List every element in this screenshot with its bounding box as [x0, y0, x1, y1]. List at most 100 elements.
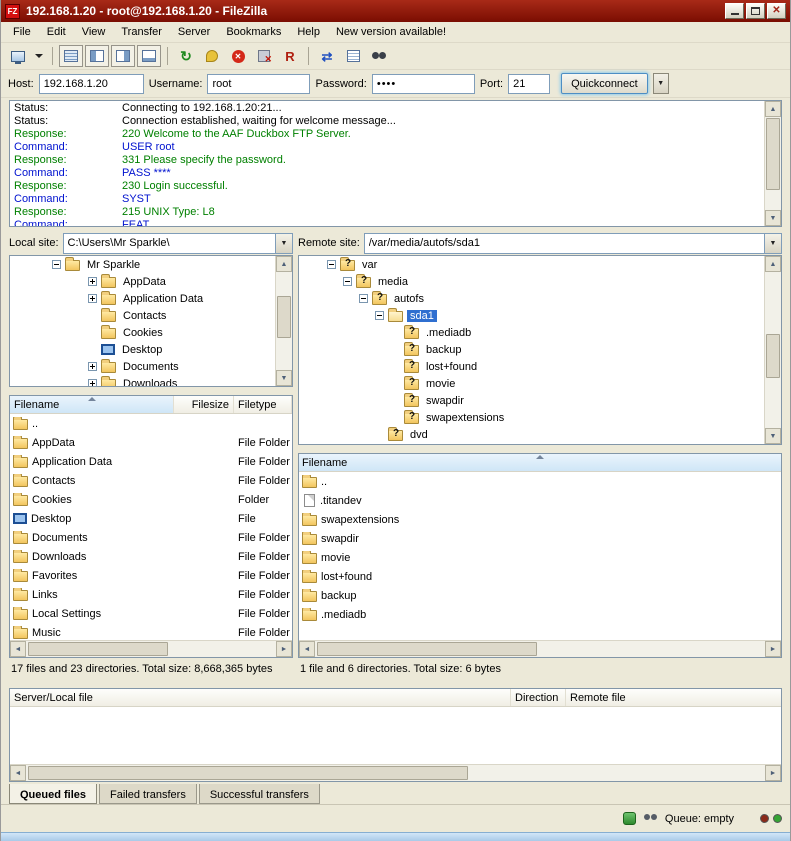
expand-expander-icon[interactable] — [88, 294, 97, 303]
collapse-expander-icon[interactable] — [359, 294, 368, 303]
file-row[interactable]: ContactsFile Folder — [10, 471, 292, 490]
tree-item[interactable]: Contacts — [10, 307, 274, 324]
tree-item[interactable]: backup — [299, 341, 763, 358]
column-header-filename[interactable]: Filename — [299, 454, 781, 471]
scrollbar-thumb[interactable] — [277, 296, 291, 338]
maximize-button[interactable] — [746, 3, 765, 19]
tab-successful-transfers[interactable]: Successful transfers — [199, 784, 320, 804]
disconnect-icon[interactable] — [252, 45, 276, 67]
scroll-down-icon[interactable]: ▼ — [276, 370, 292, 386]
local-site-combobox[interactable]: ▼ — [63, 233, 293, 254]
tree-item[interactable]: Application Data — [10, 290, 274, 307]
tree-item[interactable]: Documents — [10, 358, 274, 375]
toggle-remote-tree-icon[interactable] — [111, 45, 135, 67]
collapse-expander-icon[interactable] — [52, 260, 61, 269]
tree-item[interactable]: sda1 — [299, 307, 763, 324]
menu-bookmarks[interactable]: Bookmarks — [218, 23, 289, 41]
file-row[interactable]: AppDataFile Folder — [10, 433, 292, 452]
process-queue-icon[interactable] — [200, 45, 224, 67]
close-button[interactable]: ✕ — [767, 3, 786, 19]
file-row[interactable]: .. — [299, 472, 781, 491]
scroll-left-icon[interactable]: ◄ — [10, 765, 26, 781]
scrollbar-thumb[interactable] — [28, 766, 468, 780]
scrollbar-thumb[interactable] — [766, 118, 780, 190]
file-row[interactable]: .titandev — [299, 491, 781, 510]
local-tree-vertical-scrollbar[interactable]: ▲ ▼ — [275, 256, 292, 386]
scroll-up-icon[interactable]: ▲ — [276, 256, 292, 272]
file-row[interactable]: .mediadb — [299, 605, 781, 624]
tree-item[interactable]: swapdir — [299, 392, 763, 409]
tab-queued-files[interactable]: Queued files — [9, 784, 97, 804]
tab-failed-transfers[interactable]: Failed transfers — [99, 784, 197, 804]
tree-item[interactable]: Desktop — [10, 341, 274, 358]
scroll-left-icon[interactable]: ◄ — [299, 641, 315, 657]
file-row[interactable]: FavoritesFile Folder — [10, 566, 292, 585]
scroll-right-icon[interactable]: ► — [276, 641, 292, 657]
collapse-expander-icon[interactable] — [327, 260, 336, 269]
file-row[interactable]: swapextensions — [299, 510, 781, 529]
scroll-up-icon[interactable]: ▲ — [765, 101, 781, 117]
file-row[interactable]: backup — [299, 586, 781, 605]
file-row[interactable]: Local SettingsFile Folder — [10, 604, 292, 623]
toggle-local-tree-icon[interactable] — [85, 45, 109, 67]
directory-comparison-icon[interactable]: ⇄ — [315, 45, 339, 67]
file-row[interactable]: MusicFile Folder — [10, 623, 292, 640]
host-input[interactable] — [39, 74, 144, 94]
tree-item[interactable]: swapextensions — [299, 409, 763, 426]
column-header-remote-file[interactable]: Remote file — [566, 689, 781, 706]
collapse-expander-icon[interactable] — [375, 311, 384, 320]
menu-view[interactable]: View — [74, 23, 114, 41]
remote-site-path-input[interactable] — [365, 234, 764, 253]
menu-transfer[interactable]: Transfer — [113, 23, 170, 41]
file-row[interactable]: DesktopFile — [10, 509, 292, 528]
cancel-icon[interactable]: ✕ — [226, 45, 250, 67]
menu-file[interactable]: File — [5, 23, 39, 41]
log-vertical-scrollbar[interactable]: ▲ ▼ — [764, 101, 781, 226]
file-row[interactable]: lost+found — [299, 567, 781, 586]
tree-item[interactable]: lost+found — [299, 358, 763, 375]
column-header-server-local-file[interactable]: Server/Local file — [10, 689, 511, 706]
file-row[interactable]: swapdir — [299, 529, 781, 548]
column-header-direction[interactable]: Direction — [511, 689, 566, 706]
combo-dropdown-icon[interactable]: ▼ — [275, 234, 292, 253]
expand-expander-icon[interactable] — [88, 379, 97, 386]
tree-item[interactable]: Cookies — [10, 324, 274, 341]
file-row[interactable]: movie — [299, 548, 781, 567]
expand-expander-icon[interactable] — [88, 362, 97, 371]
tree-item[interactable]: dvd — [299, 426, 763, 443]
menu-server[interactable]: Server — [170, 23, 218, 41]
tree-item[interactable]: var — [299, 256, 763, 273]
menu-edit[interactable]: Edit — [39, 23, 74, 41]
local-site-path-input[interactable] — [64, 234, 275, 253]
column-header-filename[interactable]: Filename — [10, 396, 174, 413]
scrollbar-thumb[interactable] — [28, 642, 168, 656]
toggle-queue-icon[interactable] — [137, 45, 161, 67]
site-manager-dropdown-icon[interactable] — [32, 45, 46, 67]
local-pane-splitter[interactable] — [9, 387, 293, 395]
minimize-button[interactable] — [725, 3, 744, 19]
filter-icon[interactable] — [644, 814, 657, 823]
expand-expander-icon[interactable] — [88, 277, 97, 286]
file-row[interactable]: .. — [10, 414, 292, 433]
remote-pane-splitter[interactable] — [298, 445, 782, 453]
directory-listing-icon[interactable] — [341, 45, 365, 67]
password-input[interactable] — [372, 74, 475, 94]
scrollbar-thumb[interactable] — [317, 642, 537, 656]
username-input[interactable] — [207, 74, 310, 94]
file-row[interactable]: LinksFile Folder — [10, 585, 292, 604]
tree-item[interactable]: movie — [299, 375, 763, 392]
tree-item[interactable]: Mr Sparkle — [10, 256, 274, 273]
file-row[interactable]: DocumentsFile Folder — [10, 528, 292, 547]
port-input[interactable] — [508, 74, 550, 94]
refresh-icon[interactable]: ↻ — [174, 45, 198, 67]
tree-item[interactable]: .mediadb — [299, 324, 763, 341]
site-manager-icon[interactable] — [6, 45, 30, 67]
reconnect-icon[interactable]: R — [278, 45, 302, 67]
find-files-icon[interactable] — [367, 45, 391, 67]
combo-dropdown-icon[interactable]: ▼ — [764, 234, 781, 253]
scroll-right-icon[interactable]: ► — [765, 765, 781, 781]
column-header-filetype[interactable]: Filetype — [234, 396, 292, 413]
collapse-expander-icon[interactable] — [343, 277, 352, 286]
quickconnect-dropdown-icon[interactable]: ▼ — [653, 73, 669, 94]
column-header-filesize[interactable]: Filesize — [174, 396, 234, 413]
